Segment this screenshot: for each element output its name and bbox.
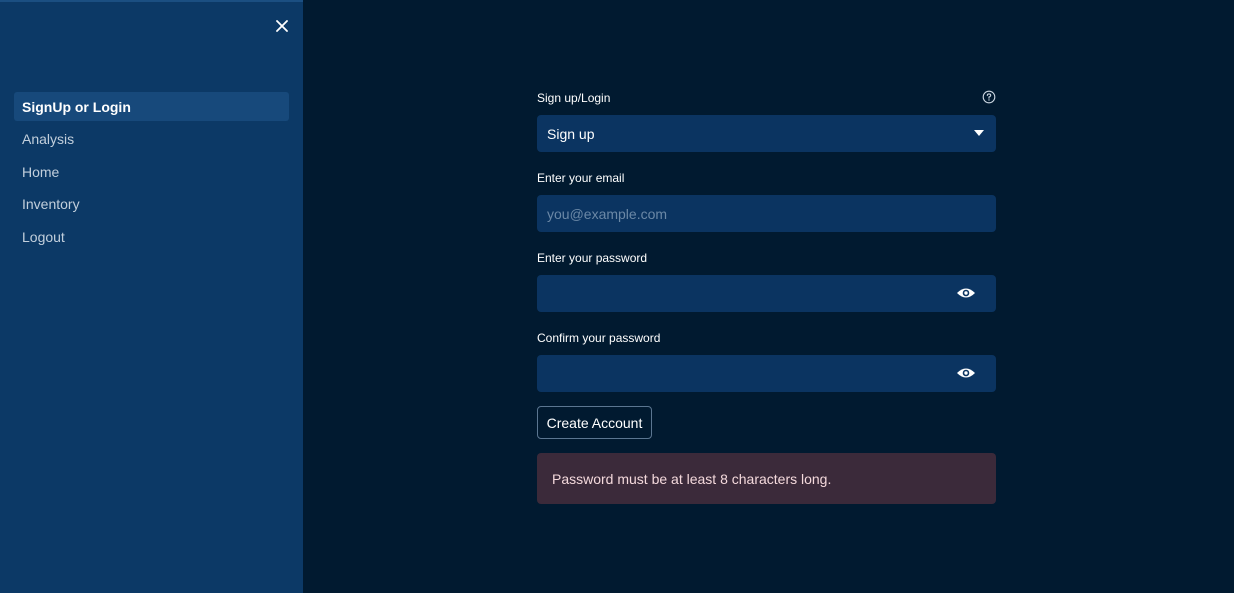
sidebar-nav: SignUp or Login Analysis Home Inventory … (14, 92, 289, 255)
sidebar-item-label: Logout (22, 228, 65, 245)
error-message: Password must be at least 8 characters l… (552, 470, 832, 487)
sidebar-item-analysis[interactable]: Analysis (14, 125, 289, 154)
help-icon[interactable] (982, 90, 996, 104)
sidebar-item-label: SignUp or Login (22, 98, 131, 115)
password-field[interactable] (547, 285, 986, 302)
error-alert: Password must be at least 8 characters l… (537, 453, 996, 504)
eye-icon[interactable] (956, 286, 976, 300)
confirm-password-label: Confirm your password (537, 331, 661, 345)
sidebar-item-inventory[interactable]: Inventory (14, 190, 289, 219)
sidebar-item-home[interactable]: Home (14, 157, 289, 186)
close-icon (276, 20, 288, 32)
close-sidebar-button[interactable] (270, 14, 294, 38)
sidebar-item-label: Analysis (22, 131, 75, 147)
sidebar-item-label: Inventory (22, 196, 80, 212)
confirm-password-field[interactable] (547, 365, 986, 382)
mode-label: Sign up/Login (537, 91, 611, 105)
mode-select[interactable]: Sign up (537, 115, 996, 152)
chevron-down-icon (974, 130, 984, 136)
sidebar-item-logout[interactable]: Logout (14, 222, 289, 251)
password-label: Enter your password (537, 251, 648, 265)
sidebar-item-label: Home (22, 163, 60, 180)
email-field[interactable] (547, 205, 986, 222)
sidebar-item-signup-login[interactable]: SignUp or Login (14, 92, 289, 121)
email-field-container (537, 195, 996, 232)
sidebar: SignUp or Login Analysis Home Inventory … (0, 0, 303, 593)
password-field-container (537, 275, 996, 312)
mode-select-value: Sign up (547, 125, 595, 142)
confirm-password-field-container (537, 355, 996, 392)
eye-icon[interactable] (956, 366, 976, 380)
create-account-button[interactable]: Create Account (537, 406, 652, 439)
email-label: Enter your email (537, 171, 625, 185)
